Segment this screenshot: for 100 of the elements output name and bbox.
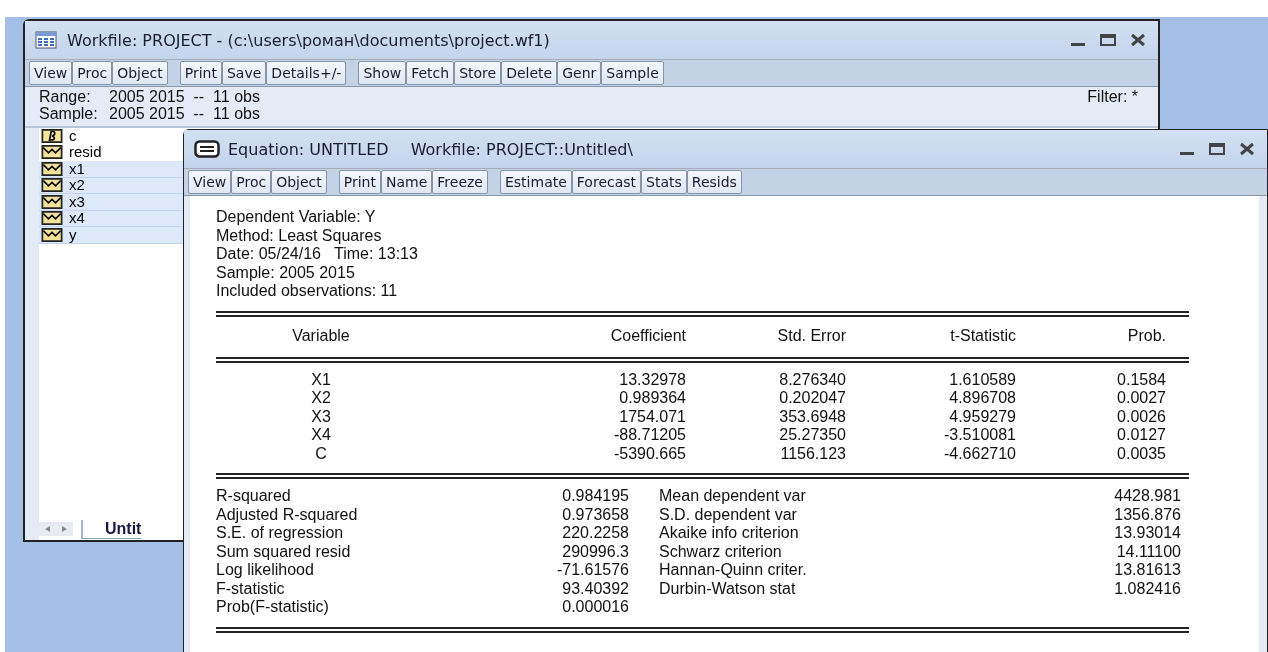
window-title: Equation: UNTITLED (228, 139, 389, 159)
toolbar-button[interactable]: Delete (501, 61, 558, 85)
toolbar-button[interactable]: Details+/- (266, 61, 347, 85)
stat-cell-text: 1.082416 (1113, 579, 1181, 598)
stat-cell-text: 14.11100 (1115, 542, 1181, 561)
close-icon[interactable] (1237, 142, 1257, 156)
table-cell-text: 13.32978 (618, 370, 686, 389)
table-cell-text: 353.6948 (778, 407, 846, 426)
sheet-tab[interactable]: Untit (81, 519, 142, 539)
object-item[interactable]: c (39, 128, 183, 145)
close-icon[interactable] (1128, 33, 1148, 47)
range-value: 2005 2015 -- 11 obs (109, 88, 260, 105)
table-cell-text: X2 (310, 389, 332, 408)
table-cell-text: 0.989364 (618, 389, 686, 408)
table-cell-text: 0.0027 (1116, 389, 1166, 408)
stat-cell-text: Adjusted R-squared (216, 505, 359, 524)
toolbar-button[interactable]: Object (112, 61, 168, 85)
object-item[interactable]: y (39, 227, 183, 244)
window-title: Workfile: PROJECT - (c:\users\роман\documents\project.wf1) (67, 30, 550, 50)
table-cell-text: 0.1584 (1116, 370, 1166, 389)
sample-label: Sample: (39, 105, 99, 122)
maximize-icon[interactable] (1207, 142, 1227, 156)
toolbar-button[interactable]: View (29, 61, 73, 85)
stat-cell-text: S.D. dependent var (658, 505, 798, 524)
stat-cell-text: R-squared (216, 487, 292, 506)
stat-cell-text: Hannan-Quinn criter. (658, 561, 808, 580)
toolbar-button[interactable]: Print (179, 61, 222, 85)
table-cell-text: C (314, 444, 328, 463)
toolbar-button[interactable]: Name (381, 170, 433, 194)
column-header: Prob. (1126, 325, 1166, 346)
toolbar-button[interactable]: Fetch (406, 61, 455, 85)
table-cell-text: 0.0026 (1116, 407, 1166, 426)
toolbar-button[interactable]: Stats (641, 170, 687, 194)
toolbar-button[interactable]: Proc (72, 61, 113, 85)
stat-cell-text: Akaike info criterion (658, 524, 800, 543)
sample-value: 2005 2015 -- 11 obs (109, 105, 260, 122)
stat-cell-text: F-statistic (216, 579, 286, 598)
toolbar-button[interactable]: Proc (231, 170, 272, 194)
series-icon (41, 161, 63, 176)
stat-cell-text: -71.61576 (555, 561, 629, 580)
table-cell-text: -3.510081 (942, 426, 1016, 445)
header-line: Date: 05/24/16 Time: 13:13 (216, 245, 419, 264)
stat-cell-text: 0.984195 (561, 487, 629, 506)
stat-cell-text: S.E. of regression (216, 524, 345, 543)
stat-cell-text: 4428.981 (1113, 487, 1181, 506)
table-cell-text: 25.27350 (778, 426, 846, 445)
stat-cell-text: Schwarz criterion (658, 542, 783, 561)
stat-cell-text: Sum squared resid (216, 542, 352, 561)
table-cell-text: 1754.071 (618, 407, 686, 426)
table-cell-text: X3 (310, 407, 332, 426)
stat-cell-text: 93.40392 (561, 579, 629, 598)
toolbar-button[interactable]: Genr (557, 61, 602, 85)
toolbar-button[interactable]: Sample (601, 61, 664, 85)
table-cell-text: -88.71205 (612, 426, 686, 445)
table-cell-text: 0.0035 (1116, 444, 1166, 463)
toolbar-button[interactable]: Resids (686, 170, 742, 194)
stat-cell-text: 290996.3 (561, 542, 629, 561)
toolbar-button[interactable]: Store (454, 61, 502, 85)
header-line: Sample: 2005 2015 (216, 263, 356, 282)
object-item[interactable]: x3 (39, 194, 183, 211)
table-cell-text: -5390.665 (612, 444, 686, 463)
table-cell-text: 8.276340 (778, 370, 846, 389)
column-header: t-Statistic (949, 325, 1016, 346)
stat-cell-text: 1356.876 (1113, 505, 1181, 524)
object-item[interactable]: resid (39, 144, 183, 161)
series-icon (41, 178, 63, 193)
toolbar-button[interactable]: Print (338, 170, 381, 194)
scroll-arrows-icon[interactable] (39, 522, 73, 536)
series-icon (41, 211, 63, 226)
workfile-path: Workfile: PROJECT::Untitled\ (410, 139, 633, 159)
toolbar-button[interactable]: Freeze (432, 170, 488, 194)
table-cell-text: 4.959279 (948, 407, 1016, 426)
table-cell-text: -4.662710 (942, 444, 1016, 463)
toolbar-button[interactable]: Show (358, 61, 407, 85)
beta-icon (41, 128, 63, 143)
toolbar-button[interactable]: Save (222, 61, 267, 85)
header-line: Included observations: 11 (216, 282, 399, 301)
table-cell-text: 1.610589 (948, 370, 1016, 389)
range-label: Range: (39, 88, 92, 105)
stat-cell-text: Durbin-Watson stat (658, 579, 797, 598)
table-cell-text: 0.0127 (1116, 426, 1166, 445)
stat-cell-text: 220.2258 (561, 524, 629, 543)
series-icon (41, 145, 63, 160)
equals-icon (194, 140, 220, 158)
toolbar-button[interactable]: Forecast (571, 170, 642, 194)
filter-label: Filter: * (1087, 88, 1138, 105)
table-icon (35, 31, 57, 49)
column-header: Std. Error (776, 325, 846, 346)
object-item[interactable]: x1 (39, 161, 183, 178)
header-line: Method: Least Squares (216, 226, 383, 245)
toolbar-button[interactable]: Estimate (499, 170, 572, 194)
stat-cell-text: 13.81613 (1113, 561, 1181, 580)
stat-cell-text: Mean dependent var (658, 487, 807, 506)
stat-cell-text: Log likelihood (216, 561, 315, 580)
series-icon (41, 227, 63, 242)
maximize-icon[interactable] (1098, 33, 1118, 47)
toolbar-button[interactable]: Object (271, 170, 327, 194)
stat-cell-text: 13.93014 (1113, 524, 1181, 543)
toolbar-button[interactable]: View (188, 170, 232, 194)
stat-cell-text: Prob(F-statistic) (216, 598, 330, 617)
